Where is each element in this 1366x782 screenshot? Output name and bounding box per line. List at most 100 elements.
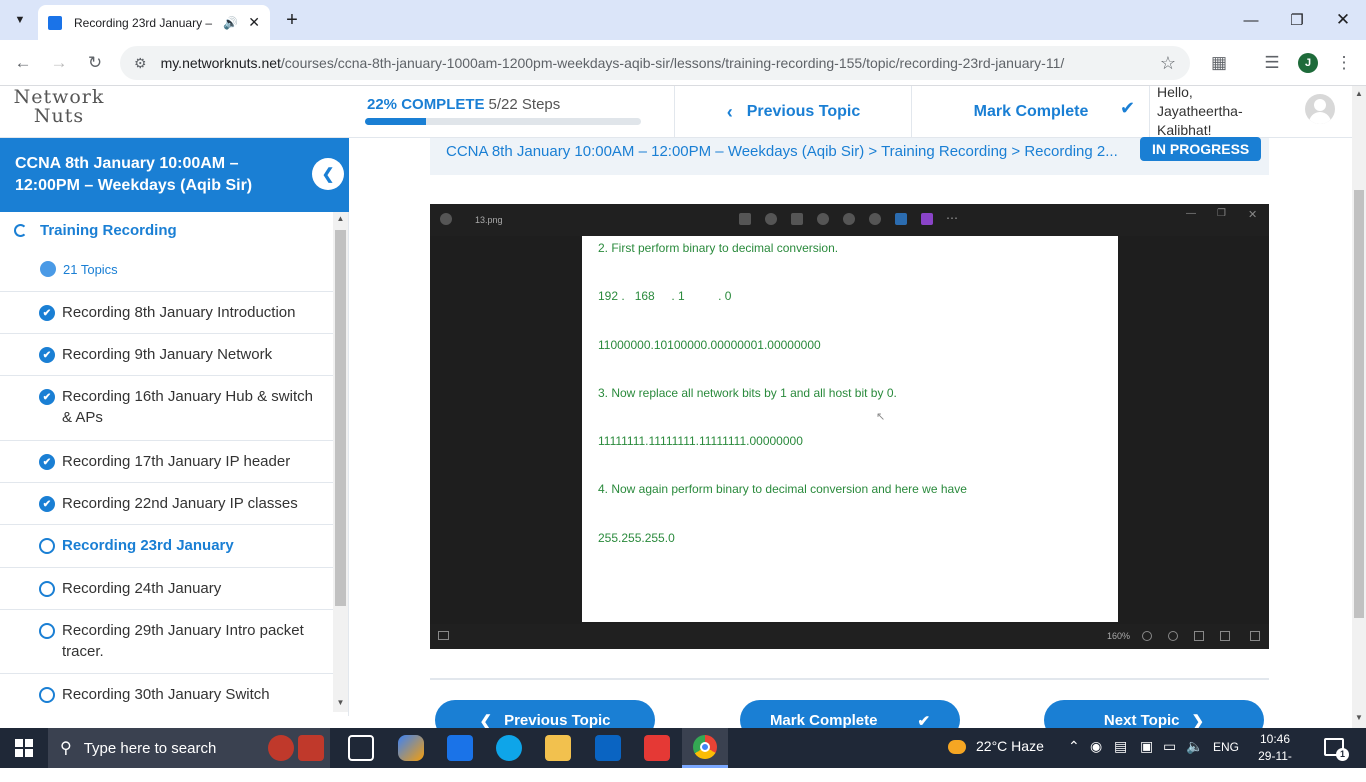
taskbar-clock[interactable]: 10:46 29-11-2024 bbox=[1250, 731, 1300, 782]
mark-complete-label: Mark Complete bbox=[973, 103, 1089, 120]
progress-steps: 5/22 Steps bbox=[488, 96, 561, 113]
wps-office-icon[interactable] bbox=[644, 735, 670, 761]
search-icon: ⚲ bbox=[60, 740, 72, 757]
user-avatar[interactable] bbox=[1305, 94, 1335, 124]
record-icon[interactable]: ◉ bbox=[1090, 738, 1102, 755]
more-options-icon: ⋯ bbox=[946, 211, 958, 225]
lesson-item[interactable]: Recording 23rd January bbox=[0, 524, 333, 567]
search-highlight-icon bbox=[268, 735, 294, 761]
lesson-item[interactable]: Recording 30th January Switch bbox=[0, 673, 333, 715]
site-info-icon[interactable]: ⚙ bbox=[134, 55, 147, 72]
slide-line: 192 . 168 . 1 . 0 bbox=[598, 289, 732, 303]
mouse-cursor-icon: ↖ bbox=[876, 411, 886, 423]
outlook-icon[interactable] bbox=[595, 735, 621, 761]
lesson-item[interactable]: ✔ Recording 16th January Hub & switch & A… bbox=[0, 375, 333, 440]
viewer-maximize-icon: ❐ bbox=[1217, 208, 1226, 219]
speaker-icon[interactable]: 🔊 bbox=[223, 16, 238, 30]
minimize-icon[interactable]: — bbox=[1228, 0, 1274, 40]
greeting-line: Hello, bbox=[1157, 84, 1193, 100]
lesson-label: Recording 30th January Switch bbox=[62, 686, 270, 703]
camera-icon[interactable]: ▣ bbox=[1140, 738, 1153, 755]
gift-icon bbox=[298, 735, 324, 761]
input-language[interactable]: ENG bbox=[1213, 740, 1239, 754]
incomplete-circle-icon bbox=[39, 623, 55, 639]
header-previous-topic-button[interactable]: ‹ Previous Topic bbox=[676, 86, 911, 138]
header-mark-complete-button[interactable]: Mark Complete bbox=[913, 86, 1149, 138]
incomplete-circle-icon bbox=[39, 581, 55, 597]
restore-icon[interactable]: ❐ bbox=[1274, 0, 1320, 40]
page-scroll-down-icon[interactable]: ▼ bbox=[1352, 713, 1366, 722]
bookmark-star-icon[interactable]: ☆ bbox=[1153, 48, 1183, 78]
completed-check-icon: ✔ bbox=[39, 347, 55, 363]
lesson-label: Recording 17th January IP header bbox=[62, 453, 291, 470]
power-icon[interactable]: ▭ bbox=[1163, 738, 1176, 755]
lesson-item[interactable]: ✔ Recording 17th January IP header bbox=[0, 440, 333, 482]
slide-line: 2. First perform binary to decimal conve… bbox=[598, 241, 839, 255]
file-explorer-icon[interactable] bbox=[545, 735, 571, 761]
media-controls-icon[interactable]: ☰ bbox=[1257, 48, 1287, 78]
previous-topic-label: Previous Topic bbox=[746, 103, 861, 120]
lesson-item[interactable]: Recording 24th January bbox=[0, 567, 333, 609]
checkmark-icon: ✔ bbox=[1120, 98, 1136, 118]
header-divider bbox=[1149, 86, 1150, 138]
breadcrumb[interactable]: CCNA 8th January 10:00AM – 12:00PM – Wee… bbox=[446, 143, 1126, 160]
close-window-icon[interactable]: ✕ bbox=[1320, 0, 1366, 40]
zoom-out-icon bbox=[1142, 631, 1152, 641]
lesson-item[interactable]: ✔ Recording 22nd January IP classes bbox=[0, 482, 333, 524]
network-icon[interactable]: ▤ bbox=[1114, 738, 1127, 755]
task-view-icon[interactable] bbox=[348, 735, 374, 761]
completed-check-icon: ✔ bbox=[39, 454, 55, 470]
delete-icon bbox=[791, 213, 803, 225]
haze-weather-icon bbox=[948, 740, 966, 755]
browser-tab-active[interactable]: Recording 23rd January – m 🔊 ✕ bbox=[38, 5, 270, 40]
copilot-icon[interactable] bbox=[398, 735, 424, 761]
tab-close-icon[interactable]: ✕ bbox=[248, 14, 260, 31]
scroll-down-arrow-icon[interactable]: ▼ bbox=[333, 698, 348, 712]
viewer-close-icon: ✕ bbox=[1248, 209, 1258, 221]
page-scrollbar-thumb[interactable] bbox=[1354, 190, 1364, 618]
actual-size-icon bbox=[1220, 631, 1230, 641]
search-placeholder: Type here to search bbox=[83, 739, 217, 757]
print-icon bbox=[869, 213, 881, 225]
edge-browser-icon[interactable] bbox=[496, 735, 522, 761]
collapse-sidebar-chevron-icon[interactable]: ❮ bbox=[312, 158, 344, 190]
greeting-line: Jayatheertha- bbox=[1157, 103, 1243, 119]
address-bar[interactable]: ⚙ my.networknuts.net/courses/ccna-8th-ja… bbox=[120, 46, 1190, 80]
course-title-header[interactable]: CCNA 8th January 10:00AM – 12:00PM – Wee… bbox=[0, 138, 349, 212]
windows-start-icon[interactable] bbox=[0, 728, 48, 768]
user-greeting: Hello, Jayatheertha- Kalibhat! bbox=[1157, 83, 1277, 140]
section-training-recording[interactable]: Training Recording bbox=[14, 222, 177, 239]
tray-chevron-up-icon[interactable]: ⌃ bbox=[1068, 738, 1080, 755]
topics-count-toggle[interactable]: 21 Topics bbox=[40, 261, 118, 277]
lesson-item[interactable]: ✔ Recording 8th January Introduction bbox=[0, 291, 333, 333]
clock-time: 10:46 bbox=[1259, 732, 1291, 746]
tab-search-chevron-icon[interactable]: ▼ bbox=[8, 8, 32, 32]
weather-widget[interactable]: 22°C Haze bbox=[948, 738, 1044, 755]
new-tab-plus-icon[interactable]: + bbox=[280, 8, 304, 32]
chrome-taskbar-button[interactable] bbox=[682, 728, 728, 768]
lesson-item[interactable]: Recording 29th January Intro packet trac… bbox=[0, 609, 333, 673]
lesson-label: Recording 16th January Hub & switch & AP… bbox=[62, 388, 313, 426]
volume-icon[interactable]: 🔈 bbox=[1186, 738, 1203, 755]
back-arrow-icon[interactable]: ← bbox=[8, 48, 38, 78]
page-scroll-up-icon[interactable]: ▲ bbox=[1352, 89, 1366, 98]
course-progress-bar bbox=[365, 118, 641, 125]
extensions-puzzle-icon[interactable]: ▦ bbox=[1204, 48, 1234, 78]
microsoft-store-icon[interactable] bbox=[447, 735, 473, 761]
progress-percent: 22% COMPLETE bbox=[367, 96, 485, 113]
slide-line: 4. Now again perform binary to decimal c… bbox=[598, 482, 967, 496]
site-logo[interactable]: Network Nuts bbox=[10, 88, 108, 132]
lesson-label: Recording 23rd January bbox=[62, 537, 234, 554]
sidebar-scrollbar-thumb[interactable] bbox=[335, 230, 346, 606]
reload-icon[interactable]: ↻ bbox=[80, 48, 110, 78]
rotate-icon bbox=[765, 213, 777, 225]
url-path: /courses/ccna-8th-january-1000am-1200pm-… bbox=[280, 55, 1065, 71]
info-icon bbox=[843, 213, 855, 225]
scroll-up-arrow-icon[interactable]: ▲ bbox=[333, 214, 348, 228]
viewer-minimize-icon: — bbox=[1186, 208, 1196, 219]
lesson-item[interactable]: ✔ Recording 9th January Network bbox=[0, 333, 333, 375]
edit-icon bbox=[739, 213, 751, 225]
forward-arrow-icon[interactable]: → bbox=[44, 48, 74, 78]
browser-menu-icon[interactable]: ⋮ bbox=[1329, 48, 1359, 78]
profile-avatar[interactable]: J bbox=[1298, 53, 1318, 73]
